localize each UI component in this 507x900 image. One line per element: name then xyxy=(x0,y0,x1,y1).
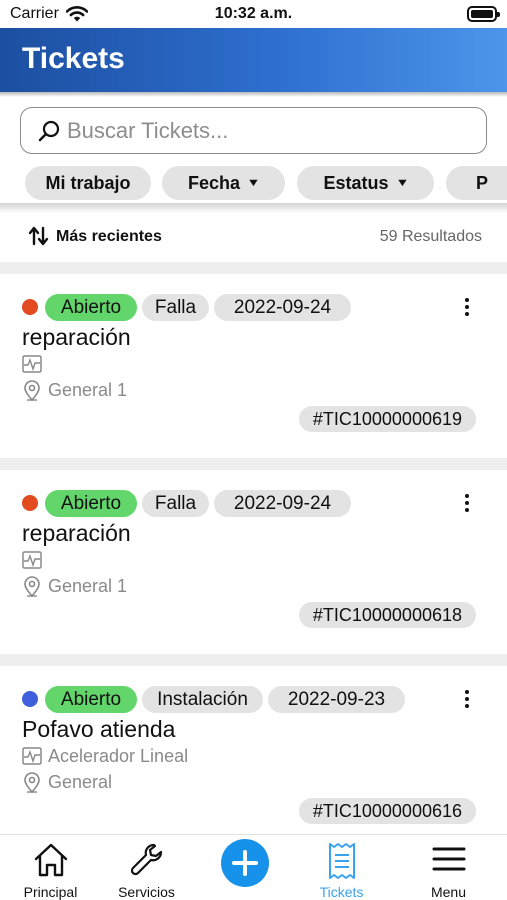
type-badge: Instalación xyxy=(142,686,263,713)
status-badge: Abierto xyxy=(45,686,137,713)
sort-bar: Más recientes 59 Resultados xyxy=(0,216,507,258)
location-pin-icon xyxy=(23,380,41,407)
ticket-card[interactable]: Abierto Instalación 2022-09-23 Pofavo at… xyxy=(0,666,507,834)
receipt-icon xyxy=(325,841,359,886)
type-badge: Falla xyxy=(142,294,209,321)
filter-chip-label: Estatus xyxy=(323,172,389,193)
equipment-icon xyxy=(22,747,42,770)
add-icon[interactable] xyxy=(220,839,269,887)
battery-icon xyxy=(467,6,500,22)
results-count: 59 Resultados xyxy=(379,228,482,245)
chevron-down-icon: ▼ xyxy=(394,177,410,189)
list-separator xyxy=(0,458,507,470)
ticket-id-badge: #TIC10000000616 xyxy=(298,798,476,824)
filter-shadow xyxy=(0,203,507,213)
filter-chip-estatus[interactable]: Estatus ▼ xyxy=(297,166,434,200)
sort-icon[interactable] xyxy=(28,225,50,253)
tab-label: Principal xyxy=(23,884,78,900)
date-badge: 2022-09-23 xyxy=(268,686,405,713)
type-badge: Falla xyxy=(142,490,209,517)
equipment-icon xyxy=(22,551,42,574)
list-separator xyxy=(0,262,507,274)
header-shadow xyxy=(0,92,507,97)
filter-chip-fecha[interactable]: Fecha ▼ xyxy=(162,166,285,200)
location-pin-icon xyxy=(23,576,41,603)
ticket-card[interactable]: Abierto Falla 2022-09-24 reparación Gene… xyxy=(0,470,507,654)
bottom-tab-bar: Principal Servicios Tickets Menu xyxy=(0,834,507,900)
ticket-title: reparación xyxy=(22,324,131,350)
tab-tickets[interactable]: Tickets xyxy=(291,835,392,900)
tab-menu[interactable]: Menu xyxy=(398,835,499,900)
location-name: General xyxy=(48,772,113,792)
filter-chip-label: Mi trabajo xyxy=(45,172,131,193)
ticket-title: reparación xyxy=(22,520,131,546)
more-options-icon[interactable] xyxy=(465,298,469,319)
chevron-down-icon: ▼ xyxy=(246,177,261,189)
home-icon xyxy=(32,841,70,884)
ticket-id-badge: #TIC10000000618 xyxy=(298,602,476,628)
filter-chip-label: Fecha xyxy=(188,172,241,193)
status-badge: Abierto xyxy=(45,490,137,517)
status-dot xyxy=(22,691,38,707)
app-header: Tickets xyxy=(0,28,507,92)
page-title: Tickets xyxy=(22,42,125,75)
sort-label[interactable]: Más recientes xyxy=(56,228,162,246)
list-separator xyxy=(0,654,507,666)
status-dot xyxy=(22,299,38,315)
tab-principal[interactable]: Principal xyxy=(0,835,101,900)
ticket-card[interactable]: Abierto Falla 2022-09-24 reparación Gene… xyxy=(0,274,507,458)
tab-servicios[interactable]: Servicios xyxy=(96,835,197,900)
status-dot xyxy=(22,495,38,511)
filter-bar: Mi trabajo Fecha ▼ Estatus ▼ P xyxy=(0,166,507,202)
tab-label: Tickets xyxy=(319,884,364,900)
search-input[interactable] xyxy=(67,116,467,146)
filter-chip-mi-trabajo[interactable]: Mi trabajo xyxy=(25,166,151,200)
date-badge: 2022-09-24 xyxy=(214,490,351,517)
search-box[interactable] xyxy=(20,107,487,154)
hamburger-icon xyxy=(431,841,467,882)
ticket-id-badge: #TIC10000000619 xyxy=(298,406,476,432)
location-name: General 1 xyxy=(48,380,128,400)
equipment-name: Acelerador Lineal xyxy=(48,746,189,766)
equipment-icon xyxy=(22,355,42,378)
tab-label: Servicios xyxy=(118,884,175,900)
status-bar: Carrier 10:32 a.m. xyxy=(0,0,507,28)
tab-label: Menu xyxy=(430,884,467,900)
location-name: General 1 xyxy=(48,576,128,596)
status-badge: Abierto xyxy=(45,294,137,321)
more-options-icon[interactable] xyxy=(465,690,469,711)
filter-chip-p[interactable]: P xyxy=(446,166,507,200)
location-pin-icon xyxy=(23,772,41,799)
tab-add[interactable] xyxy=(194,835,295,900)
more-options-icon[interactable] xyxy=(465,494,469,515)
ticket-title: Pofavo atienda xyxy=(22,716,176,742)
search-icon xyxy=(37,119,61,148)
clock: 10:32 a.m. xyxy=(214,5,293,22)
wrench-icon xyxy=(128,841,166,884)
filter-chip-label: P xyxy=(476,172,489,193)
date-badge: 2022-09-24 xyxy=(214,294,351,321)
